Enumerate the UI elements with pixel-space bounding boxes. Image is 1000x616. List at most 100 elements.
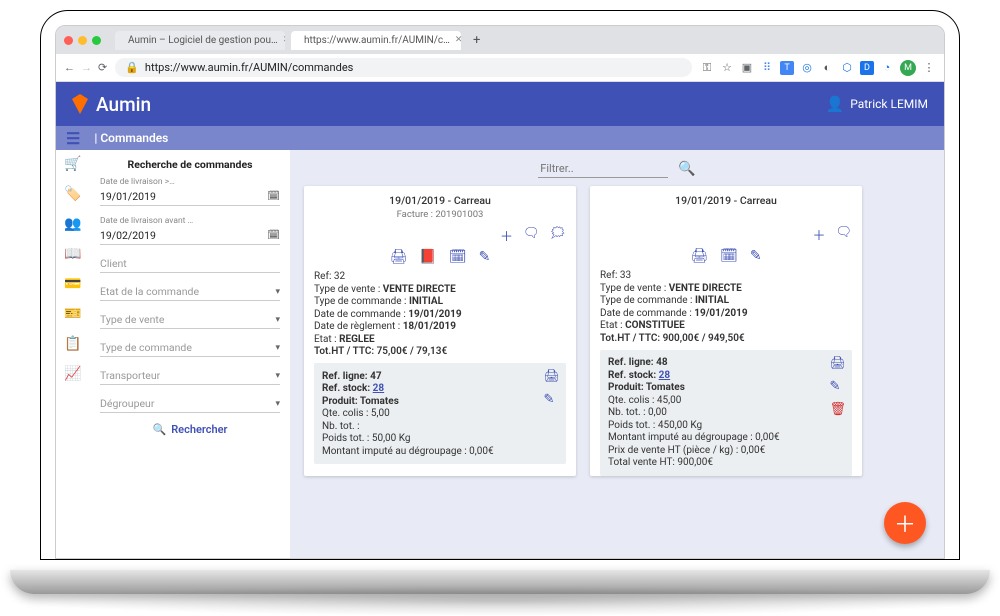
ext-icon[interactable]: ⬡: [840, 61, 854, 75]
app-logo[interactable]: Aumin: [72, 93, 151, 116]
ext-icon[interactable]: T: [780, 61, 794, 75]
translate-icon[interactable]: ⠿: [760, 61, 774, 75]
chevron-down-icon: ▾: [275, 399, 280, 409]
calendar-icon[interactable]: 🗓: [720, 248, 738, 264]
calendar-icon[interactable]: 🗓: [449, 249, 467, 265]
brand-name: Aumin: [96, 93, 151, 116]
cast-icon[interactable]: ▣: [740, 61, 754, 75]
ungroup-select[interactable]: Dégroupeur▾: [100, 395, 280, 413]
nav-book-icon[interactable]: 📖: [64, 246, 81, 262]
chevron-down-icon: ▾: [275, 343, 280, 353]
menu-icon[interactable]: ⋮: [922, 61, 936, 75]
left-nav-rail: 🛒 🏷️ 👥 📖 💳 🎫 📋 📈: [56, 150, 90, 558]
url-text: https://www.aumin.fr/AUMIN/commandes: [145, 61, 353, 74]
browser-tab-1[interactable]: Aumin – Logiciel de gestion pou… ✕: [115, 31, 285, 50]
order-ref: Ref: 32: [314, 271, 566, 282]
calendar-icon[interactable]: 🗓: [267, 191, 280, 202]
ext-icon[interactable]: ◐: [820, 61, 834, 75]
edit-icon[interactable]: ✎: [479, 249, 491, 265]
nav-ticket-icon[interactable]: 🎫: [64, 306, 81, 322]
stock-link[interactable]: 28: [659, 370, 670, 381]
star-icon[interactable]: ☆: [720, 61, 734, 75]
invoice-number: Facture : 201901003: [314, 209, 566, 220]
print-icon[interactable]: 🖨: [829, 356, 846, 371]
page-title-bar: ☰ | Commandes: [56, 126, 944, 150]
calendar-icon[interactable]: 🗓: [267, 230, 280, 241]
edit-icon[interactable]: ✎: [543, 392, 560, 407]
browser-tab-2[interactable]: https://www.aumin.fr/AUMIN/c… ✕: [291, 31, 461, 50]
maximize-window[interactable]: [92, 36, 101, 45]
back-button[interactable]: ←: [64, 61, 75, 74]
nav-tag-icon[interactable]: 🏷️: [64, 186, 81, 202]
carrot-icon: [72, 94, 88, 114]
chevron-down-icon: ▾: [275, 287, 280, 297]
date-to-label: Date de livraison avant …: [100, 216, 280, 226]
reload-button[interactable]: ⟳: [98, 61, 107, 74]
app-header: Aumin 👤 Patrick LEMIM: [56, 82, 944, 126]
print-icon[interactable]: 🖨: [390, 249, 408, 265]
filter-input[interactable]: [538, 160, 668, 178]
search-icon: 🔍: [152, 423, 166, 436]
forward-button[interactable]: →: [81, 61, 92, 74]
date-to-input[interactable]: 19/02/2019🗓: [100, 227, 280, 245]
new-tab-button[interactable]: +: [467, 33, 486, 48]
stock-link[interactable]: 28: [373, 383, 384, 394]
card-title: 19/01/2019 - Carreau: [314, 194, 566, 207]
tab-title: https://www.aumin.fr/AUMIN/c…: [304, 35, 450, 46]
order-line: 🖨 ✎ 🗑 Ref. ligne: 48 Ref. stock: 28 Prod…: [600, 350, 852, 476]
main-content: 🔍 19/01/2019 - Carreau Facture : 2019010…: [290, 150, 944, 558]
client-input[interactable]: Client: [100, 255, 280, 273]
carrier-select[interactable]: Transporteur▾: [100, 367, 280, 385]
edit-icon[interactable]: ✎: [750, 248, 762, 264]
comment-icon[interactable]: 🗨: [523, 226, 540, 245]
hamburger-icon[interactable]: ☰: [66, 129, 80, 148]
nav-people-icon[interactable]: 👥: [64, 216, 81, 232]
add-icon[interactable]: ＋: [812, 225, 825, 244]
close-window[interactable]: [64, 36, 73, 45]
search-button[interactable]: 🔍 Rechercher: [100, 423, 280, 436]
order-ref: Ref: 33: [600, 270, 852, 281]
delete-icon[interactable]: 🗑: [829, 402, 846, 417]
minimize-window[interactable]: [78, 36, 87, 45]
order-line: 🖨 ✎ Ref. ligne: 47 Ref. stock: 28 Produi…: [314, 363, 566, 464]
extension-icons: ⚿ ☆ ▣ ⠿ T ◎ ◐ ⬡ D ◔ M ⋮: [700, 60, 936, 76]
page-title: | Commandes: [94, 131, 168, 145]
nav-cart-icon[interactable]: 🛒: [64, 156, 81, 172]
user-menu[interactable]: 👤 Patrick LEMIM: [826, 95, 928, 113]
ext-icon[interactable]: ◔: [880, 61, 894, 75]
fab-add-button[interactable]: ＋: [884, 502, 926, 544]
date-from-label: Date de livraison >…: [100, 177, 280, 187]
user-name: Patrick LEMIM: [850, 97, 928, 111]
print-icon[interactable]: 🖨: [690, 248, 708, 264]
chevron-down-icon: ▾: [275, 371, 280, 381]
comment-icon[interactable]: 🗨: [835, 225, 852, 244]
ext-icon[interactable]: ◎: [800, 61, 814, 75]
search-title: Recherche de commandes: [100, 158, 280, 171]
date-from-input[interactable]: 19/01/2019🗓: [100, 188, 280, 206]
edit-icon[interactable]: ✎: [829, 379, 846, 394]
order-type-select[interactable]: Type de commande▾: [100, 339, 280, 357]
tab-title: Aumin – Logiciel de gestion pou…: [128, 35, 278, 46]
close-tab-icon[interactable]: ✕: [283, 35, 285, 45]
order-card: 19/01/2019 - Carreau ＋ 🗨 🖨 🗓 ✎ Ref: 33 T…: [590, 186, 862, 476]
ext-icon[interactable]: D: [860, 61, 874, 75]
chevron-down-icon: ▾: [275, 315, 280, 325]
window-controls[interactable]: [64, 36, 101, 45]
address-bar[interactable]: 🔒 https://www.aumin.fr/AUMIN/commandes: [115, 58, 692, 77]
close-tab-icon[interactable]: ✕: [455, 35, 461, 45]
browser-tab-strip: Aumin – Logiciel de gestion pou… ✕ https…: [56, 26, 944, 54]
nav-card-icon[interactable]: 💳: [64, 276, 81, 292]
lock-icon: 🔒: [125, 61, 139, 74]
search-icon[interactable]: 🔍: [678, 161, 695, 177]
avatar-icon[interactable]: M: [900, 60, 916, 76]
account-icon: 👤: [826, 95, 845, 113]
nav-clipboard-icon[interactable]: 📋: [64, 336, 81, 352]
print-icon[interactable]: 🖨: [543, 369, 560, 384]
nav-chart-icon[interactable]: 📈: [64, 366, 81, 382]
book-icon[interactable]: 📕: [419, 249, 436, 265]
state-select[interactable]: Etat de la commande▾: [100, 283, 280, 301]
add-icon[interactable]: ＋: [500, 226, 513, 245]
comment-off-icon[interactable]: 🗯: [549, 226, 566, 245]
key-icon[interactable]: ⚿: [700, 61, 714, 75]
sale-type-select[interactable]: Type de vente▾: [100, 311, 280, 329]
